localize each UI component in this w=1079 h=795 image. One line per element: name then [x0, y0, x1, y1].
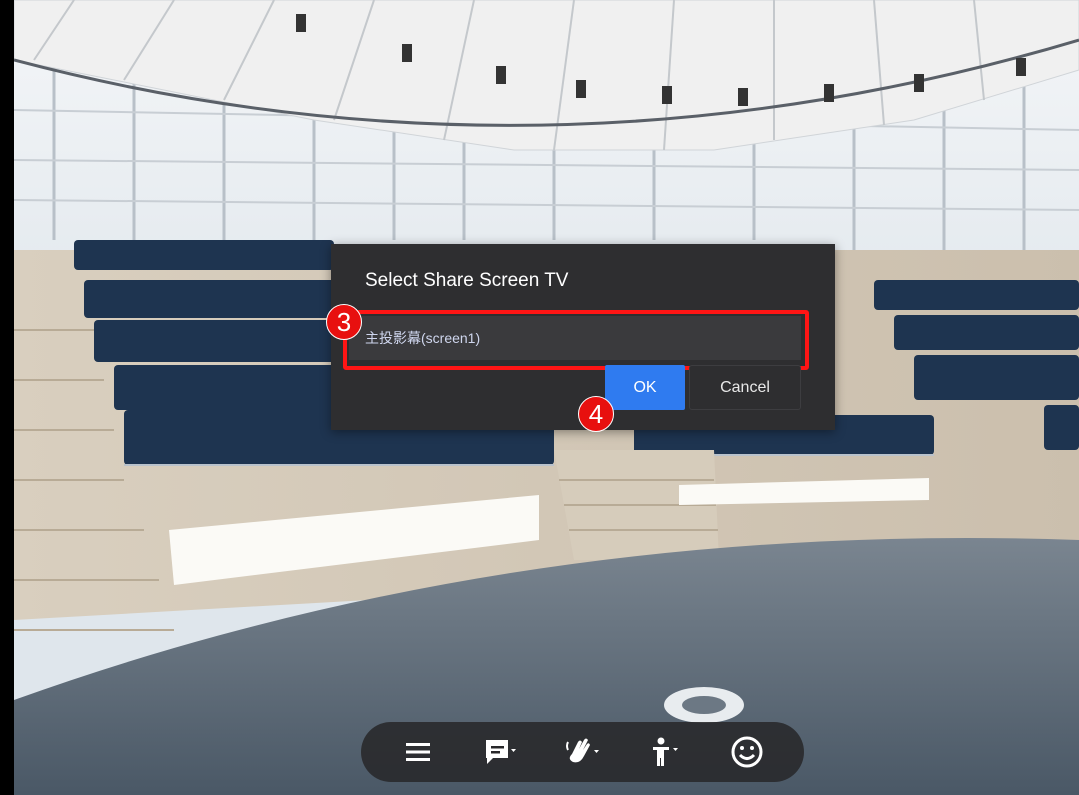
- left-edge-bar: [0, 0, 14, 795]
- bottom-toolbar: [361, 722, 804, 782]
- step-marker-4: 4: [578, 396, 614, 432]
- menu-icon: [406, 743, 431, 761]
- emoji-icon: [731, 736, 763, 768]
- dialog-title: Select Share Screen TV: [365, 270, 569, 291]
- avatar-pose-icon: [652, 737, 678, 766]
- highlight-box: [343, 310, 809, 370]
- ok-button[interactable]: OK: [605, 365, 685, 410]
- menu-button[interactable]: [394, 728, 442, 776]
- step-marker-3: 3: [326, 304, 362, 340]
- cancel-button[interactable]: Cancel: [689, 365, 801, 410]
- wave-button[interactable]: [558, 728, 606, 776]
- chat-button[interactable]: [476, 728, 524, 776]
- emoji-button[interactable]: [723, 728, 771, 776]
- chat-icon: [486, 740, 517, 764]
- wave-hand-icon: [566, 738, 600, 763]
- virtual-auditorium-view: Select Share Screen TV 主投影幕(screen1) OK …: [0, 0, 1079, 795]
- avatar-pose-button[interactable]: [641, 728, 689, 776]
